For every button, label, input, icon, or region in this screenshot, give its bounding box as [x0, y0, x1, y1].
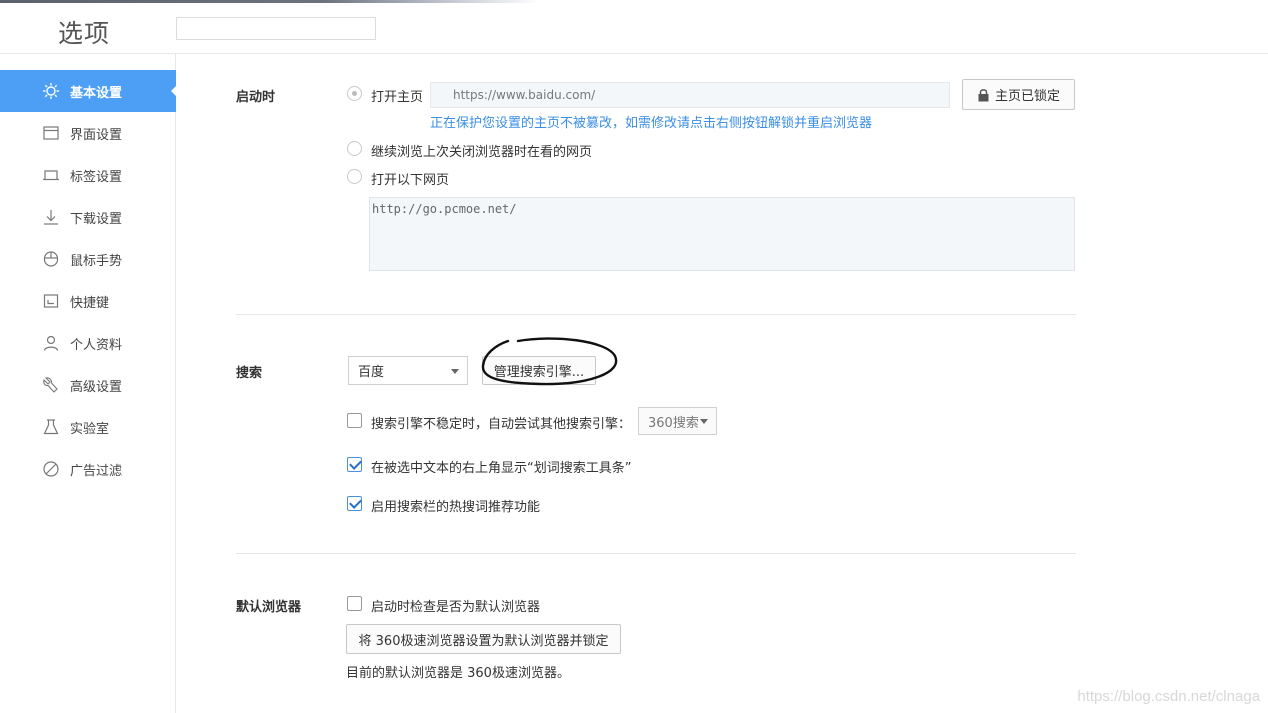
sidebar-item-adblock[interactable]: 广告过滤: [0, 448, 176, 490]
section-divider: [236, 314, 1076, 315]
watermark: https://blog.csdn.net/clnaga: [1077, 688, 1260, 705]
check-default-checkbox[interactable]: [347, 596, 362, 611]
word-search-toolbar-label: 在被选中文本的右上角显示“划词搜索工具条”: [371, 461, 632, 476]
manage-search-engines-button[interactable]: 管理搜索引擎...: [482, 356, 596, 385]
mouse-icon: [42, 250, 60, 268]
sun-gear-icon: [42, 82, 60, 100]
sidebar-item-advanced[interactable]: 高级设置: [0, 364, 176, 406]
word-search-toolbar-checkbox[interactable]: [347, 457, 362, 472]
sidebar-item-label: 个人资料: [70, 337, 123, 353]
startup-section-label: 启动时: [236, 90, 276, 105]
check-default-label: 启动时检查是否为默认浏览器: [371, 600, 541, 615]
home-lock-button-label: 主页已锁定: [994, 89, 1060, 104]
sidebar-item-label: 下载设置: [70, 211, 123, 227]
block-icon: [42, 460, 60, 478]
home-lock-button[interactable]: 主页已锁定: [962, 79, 1075, 110]
sidebar-item-label: 快捷键: [70, 295, 110, 311]
sidebar-item-basic[interactable]: 基本设置: [0, 70, 177, 112]
fallback-engine-selected: 360搜索: [648, 415, 699, 431]
sidebar-item-profile[interactable]: 个人资料: [0, 322, 176, 364]
header: 选项: [0, 0, 1268, 54]
fallback-engine-select[interactable]: 360搜索: [638, 407, 717, 435]
settings-search-input[interactable]: [176, 17, 376, 40]
sidebar-item-label: 界面设置: [70, 127, 123, 143]
sidebar-item-lab[interactable]: 实验室: [0, 406, 176, 448]
chevron-down-icon: [700, 419, 708, 424]
flask-icon: [42, 418, 60, 436]
sidebar: 基本设置 界面设置 标签设置 下载设置 鼠标手势 快捷键 个人资料 高级设置 实…: [0, 54, 177, 713]
search-engine-selected: 百度: [358, 365, 385, 380]
sidebar-item-download[interactable]: 下载设置: [0, 196, 176, 238]
fallback-engine-label: 搜索引擎不稳定时，自动尝试其他搜索引擎：: [371, 417, 632, 432]
startup-home-radio[interactable]: [347, 86, 362, 101]
lock-icon: [977, 88, 990, 102]
keyboard-icon: [42, 292, 60, 310]
sidebar-item-label: 鼠标手势: [70, 253, 123, 269]
sidebar-item-label: 实验室: [70, 421, 110, 437]
page-title: 选项: [58, 19, 111, 48]
sidebar-item-label: 标签设置: [70, 169, 123, 185]
wrench-icon: [42, 376, 60, 394]
sidebar-item-shortcuts[interactable]: 快捷键: [0, 280, 176, 322]
hot-words-checkbox[interactable]: [347, 496, 362, 511]
download-icon: [42, 208, 60, 226]
user-icon: [42, 334, 60, 352]
home-url-field[interactable]: https://www.baidu.com/: [430, 82, 950, 108]
fallback-engine-checkbox[interactable]: [347, 413, 362, 428]
sidebar-item-interface[interactable]: 界面设置: [0, 112, 176, 154]
startup-continue-radio[interactable]: [347, 141, 362, 156]
default-browser-section-label: 默认浏览器: [236, 600, 302, 615]
section-divider: [236, 553, 1076, 554]
startup-pages-label: 打开以下网页: [371, 173, 450, 188]
startup-pages-textarea[interactable]: http://go.pcmoe.net/: [369, 197, 1075, 271]
startup-pages-radio[interactable]: [347, 169, 362, 184]
sidebar-item-label: 高级设置: [70, 379, 123, 395]
startup-continue-label: 继续浏览上次关闭浏览器时在看的网页: [371, 145, 593, 160]
search-section-label: 搜索: [236, 366, 263, 381]
sidebar-item-label: 广告过滤: [70, 463, 123, 479]
sidebar-item-label: 基本设置: [70, 85, 123, 101]
home-protect-hint: 正在保护您设置的主页不被篡改，如需修改请点击右侧按钮解锁并重启浏览器: [430, 116, 873, 131]
window-icon: [42, 124, 60, 142]
sidebar-item-tabs[interactable]: 标签设置: [0, 154, 176, 196]
search-engine-select[interactable]: 百度: [348, 356, 468, 385]
default-browser-status: 目前的默认浏览器是 360极速浏览器。: [346, 666, 570, 681]
chevron-down-icon: [451, 368, 459, 374]
tab-icon: [42, 166, 60, 184]
startup-home-label: 打开主页: [371, 90, 424, 105]
set-default-browser-button[interactable]: 将 360极速浏览器设置为默认浏览器并锁定: [346, 624, 621, 654]
hot-words-label: 启用搜索栏的热搜词推荐功能: [371, 500, 541, 515]
sidebar-item-mouse-gestures[interactable]: 鼠标手势: [0, 238, 176, 280]
